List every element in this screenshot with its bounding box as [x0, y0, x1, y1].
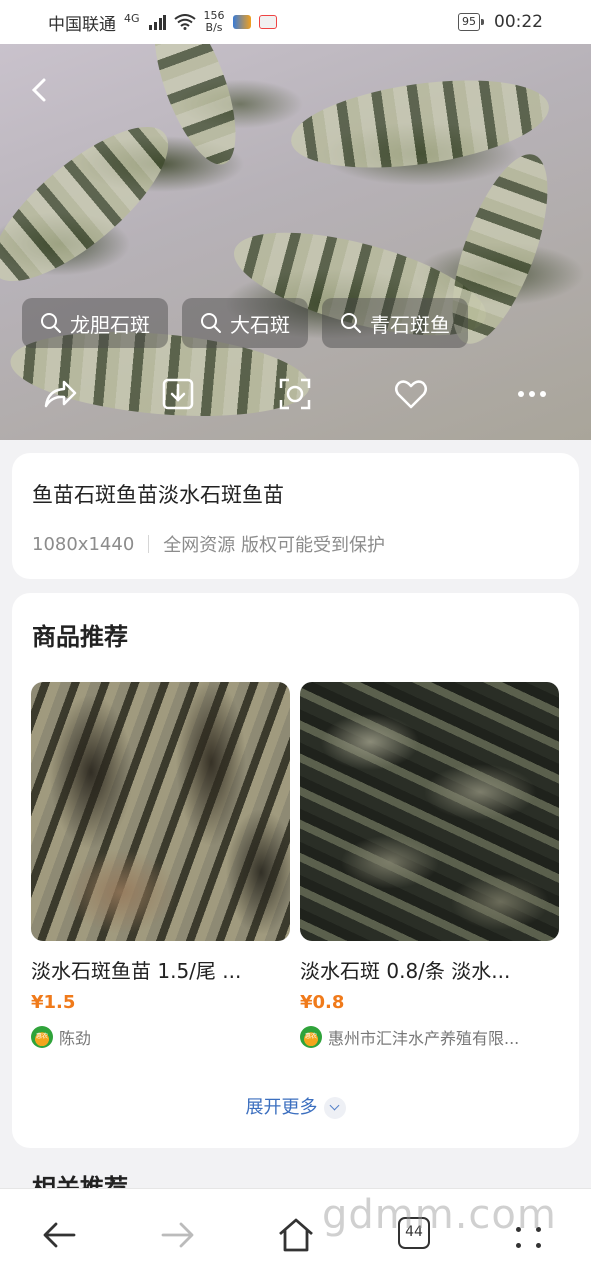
- wifi-icon: [173, 14, 196, 30]
- shop-info: 惠农 陈劲: [31, 1025, 286, 1049]
- app-notification-icon: [232, 15, 251, 29]
- arrow-left-icon: [43, 1222, 76, 1248]
- battery-indicator: 95: [458, 13, 484, 31]
- product-grid: 淡水石斑鱼苗 1.5/尾 ... ¥1.5 惠农 陈劲 淡水石斑 0.8/条 淡…: [31, 682, 559, 1049]
- back-button[interactable]: [28, 72, 58, 108]
- search-suggestions: 龙胆石斑 大石斑 青石斑鱼: [22, 298, 468, 348]
- dot: [536, 1243, 541, 1248]
- download-button[interactable]: [160, 376, 196, 412]
- product-card[interactable]: 淡水石斑鱼苗 1.5/尾 ... ¥1.5 惠农 陈劲: [31, 682, 290, 1049]
- home-icon: [279, 1218, 313, 1252]
- carrier-label: 中国联通: [48, 14, 116, 35]
- nav-forward-button[interactable]: [157, 1215, 197, 1255]
- expand-more-button[interactable]: 展开更多: [12, 1093, 579, 1119]
- chevron-down-icon: [323, 1097, 346, 1119]
- search-icon: [341, 313, 361, 333]
- search-chip-label: 龙胆石斑: [70, 312, 150, 337]
- net-speed-unit: B/s: [205, 21, 223, 34]
- more-button[interactable]: [514, 376, 550, 412]
- signal-type: 4G: [124, 11, 140, 25]
- expand-more-label: 展开更多: [245, 1097, 318, 1118]
- main-image[interactable]: 龙胆石斑 大石斑 青石斑鱼: [0, 44, 591, 440]
- shop-name: 惠州市汇沣水产养殖有限...: [328, 1029, 520, 1048]
- search-chip-label: 青石斑鱼: [370, 312, 450, 337]
- nav-home-button[interactable]: [276, 1215, 316, 1255]
- shop-info: 惠农 惠州市汇沣水产养殖有限...: [300, 1025, 555, 1049]
- shop-logo: 惠农: [31, 1026, 53, 1048]
- product-name: 淡水石斑鱼苗 1.5/尾 ...: [31, 959, 242, 983]
- download-icon: [162, 378, 194, 410]
- search-chip[interactable]: 青石斑鱼: [322, 298, 468, 348]
- search-chip[interactable]: 大石斑: [182, 298, 308, 348]
- shop-logo: 惠农: [300, 1026, 322, 1048]
- nav-back-button[interactable]: [40, 1215, 80, 1255]
- heart-icon: [395, 380, 427, 409]
- share-button[interactable]: [42, 376, 78, 412]
- image-meta: 1080x1440 全网资源 版权可能受到保护: [32, 531, 559, 557]
- search-chip-label: 大石斑: [230, 312, 290, 337]
- favorite-button[interactable]: [393, 376, 429, 412]
- signal-icon: [148, 15, 166, 30]
- product-name: 淡水石斑 0.8/条 淡水...: [300, 959, 511, 983]
- product-image[interactable]: [31, 682, 290, 941]
- image-resolution: 1080x1440: [32, 533, 135, 555]
- scan-button[interactable]: [277, 376, 313, 412]
- section-title: 商品推荐: [32, 623, 128, 651]
- image-source: 全网资源 版权可能受到保护: [163, 535, 386, 556]
- app-notification-icon-2: [258, 15, 277, 29]
- product-card[interactable]: 淡水石斑 0.8/条 淡水... ¥0.8 惠农 惠州市汇沣水产养殖有限...: [300, 682, 559, 1049]
- watermark: gdmm.com: [322, 1192, 557, 1238]
- clock: 00:22: [494, 12, 543, 32]
- related-section-title: 相关推荐: [32, 1174, 128, 1190]
- dot: [516, 1243, 521, 1248]
- divider: [148, 535, 150, 553]
- search-icon: [201, 313, 221, 333]
- image-info-card: 鱼苗石斑鱼苗淡水石斑鱼苗 1080x1440 全网资源 版权可能受到保护: [12, 453, 579, 579]
- more-icon: [518, 391, 546, 397]
- share-icon: [44, 380, 77, 408]
- product-image[interactable]: [300, 682, 559, 941]
- search-icon: [41, 313, 61, 333]
- product-recommendations: 商品推荐 淡水石斑鱼苗 1.5/尾 ... ¥1.5 惠农 陈劲 淡水石斑 0.…: [12, 593, 579, 1148]
- status-bar: 中国联通 4G 156 B/s 95 00:22: [0, 0, 591, 44]
- product-price: ¥0.8: [300, 992, 345, 1013]
- net-speed: 156 B/s: [204, 10, 225, 34]
- arrow-right-icon: [161, 1222, 194, 1248]
- image-title[interactable]: 鱼苗石斑鱼苗淡水石斑鱼苗: [32, 479, 559, 509]
- chevron-left-icon: [31, 78, 46, 102]
- product-price: ¥1.5: [31, 992, 76, 1013]
- scan-icon: [279, 378, 311, 410]
- image-action-bar: [0, 372, 591, 420]
- shop-name: 陈劲: [59, 1029, 92, 1048]
- search-chip[interactable]: 龙胆石斑: [22, 298, 168, 348]
